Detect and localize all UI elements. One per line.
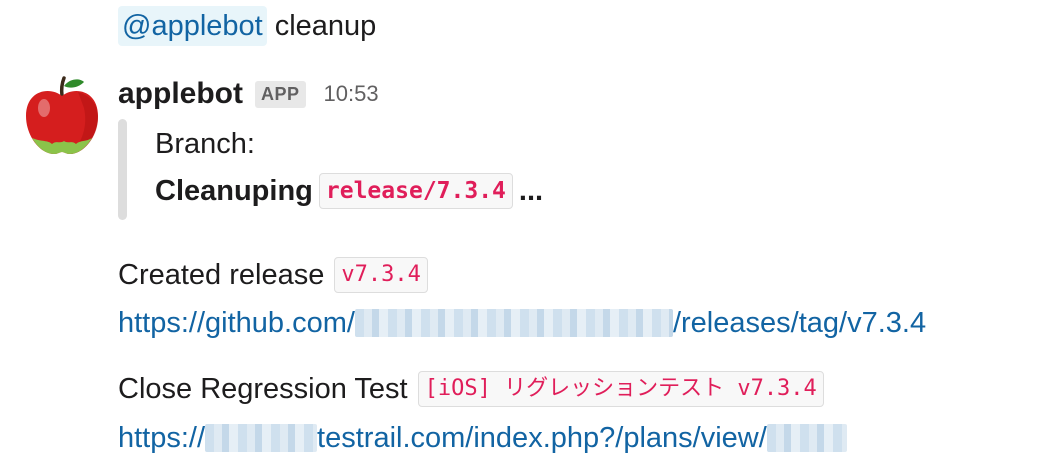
avatar-apple-graphic	[26, 76, 98, 154]
release-link[interactable]: https://github.com/ /releases/tag/v7.3.4	[118, 303, 926, 343]
user-mention[interactable]: @applebot	[118, 6, 267, 46]
release-link-suffix[interactable]: /releases/tag/v7.3.4	[673, 307, 926, 340]
message-timestamp[interactable]: 10:53	[324, 81, 379, 107]
release-text: Created release	[118, 258, 325, 291]
release-link-prefix[interactable]: https://github.com/	[118, 307, 355, 340]
slack-message-view: @applebot cleanup applebot APP 10:53 Bra…	[0, 0, 1062, 464]
regression-text: Close Regression Test	[118, 372, 408, 405]
testrail-link-prefix[interactable]: https://	[118, 422, 205, 455]
redacted-subdomain	[205, 424, 318, 452]
testrail-link[interactable]: https:// testrail.com/index.php?/plans/v…	[118, 418, 847, 458]
attachment-body: Cleanuping release/7.3.4 ...	[155, 171, 543, 211]
attachment-body-suffix: ...	[518, 174, 544, 207]
attachment-title: Branch:	[155, 128, 255, 160]
message-header: applebot APP 10:53	[118, 74, 379, 114]
branch-code: release/7.3.4	[318, 173, 513, 209]
apple-icon[interactable]	[20, 74, 104, 158]
previous-message: @applebot cleanup	[118, 6, 376, 46]
testrail-link-middle[interactable]: testrail.com/index.php?/plans/view/	[317, 422, 767, 455]
message-attachment: Branch: Cleanuping release/7.3.4 ...	[118, 119, 718, 220]
app-badge: APP	[255, 80, 306, 108]
sender-name[interactable]: applebot	[118, 77, 243, 111]
regression-line: Close Regression Test [iOS] リグレッションテスト v…	[118, 369, 830, 409]
release-version-code: v7.3.4	[334, 257, 428, 293]
release-line: Created release v7.3.4	[118, 255, 434, 295]
attachment-body-prefix: Cleanuping	[155, 174, 313, 207]
previous-message-text: cleanup	[274, 10, 377, 42]
regression-plan-code: [iOS] リグレッションテスト v7.3.4	[417, 371, 824, 407]
attachment-color-bar	[118, 119, 127, 220]
redacted-repo-path	[354, 309, 673, 337]
redacted-plan-id	[766, 424, 847, 452]
